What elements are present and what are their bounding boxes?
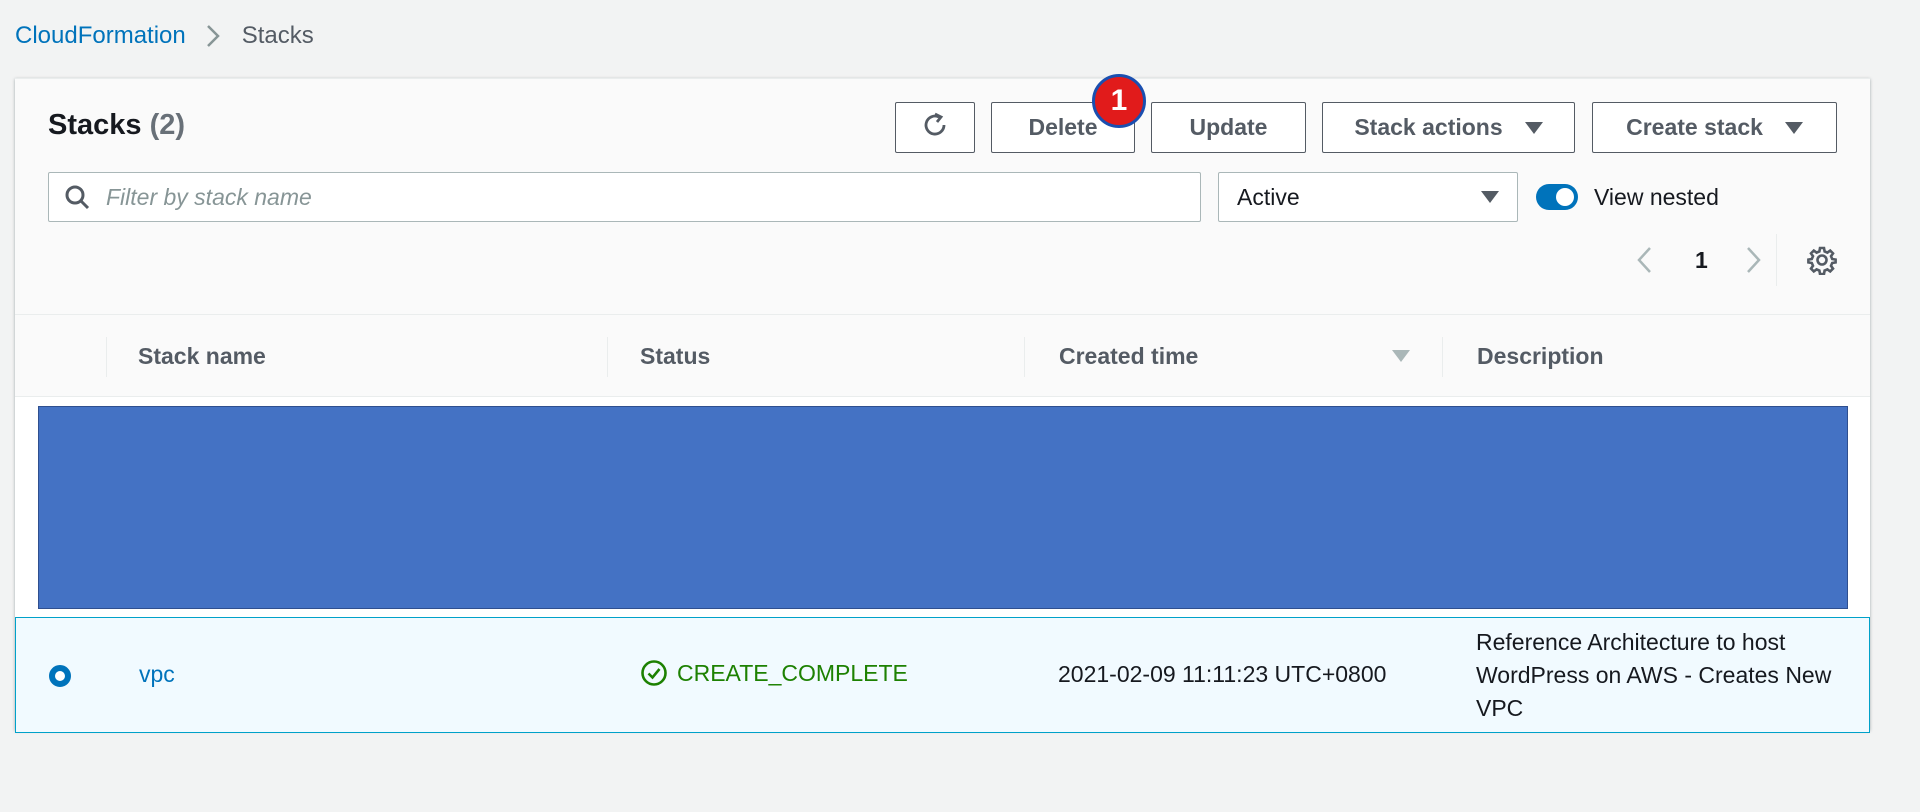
column-header-description[interactable]: Description [1477, 315, 1604, 397]
next-page-button[interactable] [1745, 242, 1763, 278]
refresh-button[interactable] [895, 102, 975, 153]
status-filter-select[interactable]: Active [1218, 172, 1518, 222]
caret-down-icon [1784, 121, 1803, 134]
settings-gear-icon[interactable] [1807, 242, 1837, 278]
search-icon [64, 184, 90, 210]
status-filter-value: Active [1237, 183, 1300, 210]
notification-badge: 1 [1092, 74, 1146, 128]
stack-name-link[interactable]: vpc [139, 661, 175, 688]
success-check-icon [640, 659, 668, 687]
caret-down-icon [1524, 121, 1543, 134]
table-header: Stack name Status Created time Descripti… [15, 315, 1870, 397]
stacks-panel: Stacks (2) Delete 1 Update Stack actions… [15, 74, 1870, 733]
view-nested-control: View nested [1536, 172, 1719, 222]
panel-header: Stacks (2) Delete 1 Update Stack actions… [15, 74, 1870, 315]
column-header-stack-name[interactable]: Stack name [138, 315, 266, 397]
row-select-radio[interactable] [49, 665, 71, 687]
view-nested-toggle[interactable] [1536, 184, 1578, 210]
current-page-number[interactable]: 1 [1695, 242, 1708, 278]
column-separator [106, 337, 107, 377]
column-header-status[interactable]: Status [640, 315, 710, 397]
filter-input[interactable] [104, 182, 1154, 212]
breadcrumb-current: Stacks [241, 22, 314, 49]
filter-box [48, 172, 1201, 222]
create-stack-button[interactable]: Create stack [1592, 102, 1837, 153]
toggle-knob [1556, 188, 1574, 206]
column-header-created-time[interactable]: Created time [1059, 315, 1198, 397]
column-separator [1442, 337, 1443, 377]
refresh-icon [920, 110, 950, 146]
previous-page-button[interactable] [1635, 242, 1653, 278]
breadcrumb-cloudformation-link[interactable]: CloudFormation [15, 22, 186, 50]
column-separator [607, 337, 608, 377]
stack-status: CREATE_COMPLETE [640, 659, 908, 687]
pager-divider [1776, 234, 1777, 286]
chevron-right-icon [206, 24, 220, 48]
page-title: Stacks (2) [48, 109, 185, 142]
stack-status-text: CREATE_COMPLETE [677, 659, 908, 686]
stack-created-time: 2021-02-09 11:11:23 UTC+0800 [1058, 661, 1387, 687]
stack-actions-label: Stack actions [1354, 114, 1503, 140]
column-separator [1024, 337, 1025, 377]
panel-title-text: Stacks [48, 109, 142, 141]
stack-actions-button[interactable]: Stack actions [1322, 102, 1575, 153]
table-row[interactable]: vpc CREATE_COMPLETE 2021-02-09 11:11:23 … [15, 617, 1870, 733]
redacted-row [38, 406, 1848, 609]
caret-down-icon [1481, 191, 1499, 203]
update-button[interactable]: Update [1151, 102, 1306, 153]
create-stack-label: Create stack [1626, 114, 1763, 140]
stack-description: Reference Architecture to host WordPress… [1476, 629, 1832, 721]
sort-descending-icon[interactable] [1392, 350, 1410, 362]
view-nested-label: View nested [1594, 183, 1719, 210]
stack-count: (2) [149, 109, 186, 141]
breadcrumb: CloudFormation Stacks [15, 18, 314, 54]
